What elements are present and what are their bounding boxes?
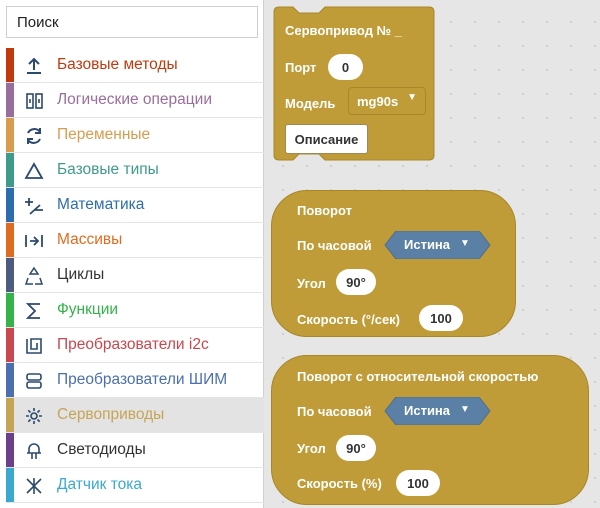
clockwise-label: По часовой — [297, 404, 372, 419]
category-pwm[interactable]: Преобразователи ШИМ — [6, 363, 264, 398]
category-variables[interactable]: Переменные — [6, 118, 264, 153]
port-value-field[interactable]: 0 — [328, 54, 363, 80]
category-stripe — [6, 118, 14, 152]
sigma-icon — [24, 301, 44, 321]
category-stripe — [6, 48, 14, 82]
category-basic-methods[interactable]: Базовые методы — [6, 48, 264, 83]
speed-label: Скорость (°/сек) — [297, 312, 401, 327]
rotate-relative-block-title: Поворот с относительной скоростью — [297, 369, 539, 384]
category-label: Преобразователи i2c — [57, 336, 209, 353]
category-stripe — [6, 223, 14, 257]
blocks-workspace[interactable]: Сервопривод № _ Порт 0 Модель mg90s ▼ Оп… — [265, 0, 600, 508]
chevron-down-icon: ▼ — [460, 238, 470, 249]
category-math[interactable]: Математика — [6, 188, 264, 223]
model-dropdown[interactable]: mg90s ▼ — [348, 87, 426, 115]
gear-icon — [24, 406, 44, 426]
recycle-icon — [24, 266, 44, 286]
category-functions[interactable]: Функции — [6, 293, 264, 328]
category-stripe — [6, 468, 14, 502]
angle-label: Угол — [297, 276, 326, 291]
logic-icon — [24, 91, 44, 111]
search-input[interactable] — [6, 6, 258, 38]
angle-value-field[interactable]: 90° — [336, 435, 376, 461]
servo-block-title: Сервопривод № _ — [285, 23, 402, 38]
category-stripe — [6, 83, 14, 117]
speed-value-field[interactable]: 100 — [419, 305, 463, 331]
clockwise-dropdown[interactable]: Истина ▼ — [384, 231, 491, 259]
clockwise-dropdown[interactable]: Истина ▼ — [384, 397, 491, 425]
upload-icon — [24, 56, 44, 76]
variables-icon — [24, 126, 44, 146]
angle-label: Угол — [297, 441, 326, 456]
rotate-block-title: Поворот — [297, 203, 352, 218]
description-button[interactable]: Описание — [285, 124, 368, 154]
category-stripe — [6, 293, 14, 327]
triangle-icon — [24, 161, 44, 181]
category-label: Функции — [57, 301, 119, 318]
current-sensor-icon — [24, 476, 44, 496]
category-stripe — [6, 328, 14, 362]
category-arrays[interactable]: Массивы — [6, 223, 264, 258]
category-label: Циклы — [57, 266, 105, 283]
angle-value-field[interactable]: 90° — [336, 269, 376, 295]
category-basic-types[interactable]: Базовые типы — [6, 153, 264, 188]
pwm-icon — [24, 371, 44, 391]
category-label: Светодиоды — [57, 441, 146, 458]
speed-label: Скорость (%) — [297, 476, 382, 491]
category-i2c[interactable]: Преобразователи i2c — [6, 328, 264, 363]
led-icon — [24, 441, 44, 461]
speed-value-field[interactable]: 100 — [396, 470, 440, 496]
i2c-icon — [24, 336, 44, 356]
category-label: Преобразователи ШИМ — [57, 371, 228, 388]
category-list: Базовые методы Логические операции Перем… — [6, 48, 264, 503]
chevron-down-icon: ▼ — [407, 92, 417, 103]
arrays-icon — [24, 231, 44, 251]
category-label: Сервоприводы — [57, 406, 165, 423]
category-label: Датчик тока — [57, 476, 142, 493]
math-icon — [24, 196, 44, 216]
clockwise-label: По часовой — [297, 238, 372, 253]
category-label: Базовые методы — [57, 56, 178, 73]
category-stripe — [6, 363, 14, 397]
port-label: Порт — [285, 60, 317, 75]
category-label: Базовые типы — [57, 161, 159, 178]
category-servos[interactable]: Сервоприводы — [6, 398, 264, 433]
chevron-down-icon: ▼ — [460, 404, 470, 415]
category-stripe — [6, 153, 14, 187]
model-label: Модель — [285, 96, 336, 111]
clockwise-value: Истина — [404, 237, 451, 252]
category-leds[interactable]: Светодиоды — [6, 433, 264, 468]
category-label: Математика — [57, 196, 145, 213]
category-label: Массивы — [57, 231, 123, 248]
category-label: Логические операции — [57, 91, 212, 108]
category-loops[interactable]: Циклы — [6, 258, 264, 293]
category-logic[interactable]: Логические операции — [6, 83, 264, 118]
category-sidebar: Базовые методы Логические операции Перем… — [0, 0, 264, 508]
clockwise-value: Истина — [404, 403, 451, 418]
category-stripe — [6, 433, 14, 467]
category-current-sensor[interactable]: Датчик тока — [6, 468, 264, 503]
category-label: Переменные — [57, 126, 151, 143]
category-stripe — [6, 258, 14, 292]
category-stripe — [6, 188, 14, 222]
model-value: mg90s — [357, 93, 399, 109]
category-stripe — [6, 398, 14, 432]
